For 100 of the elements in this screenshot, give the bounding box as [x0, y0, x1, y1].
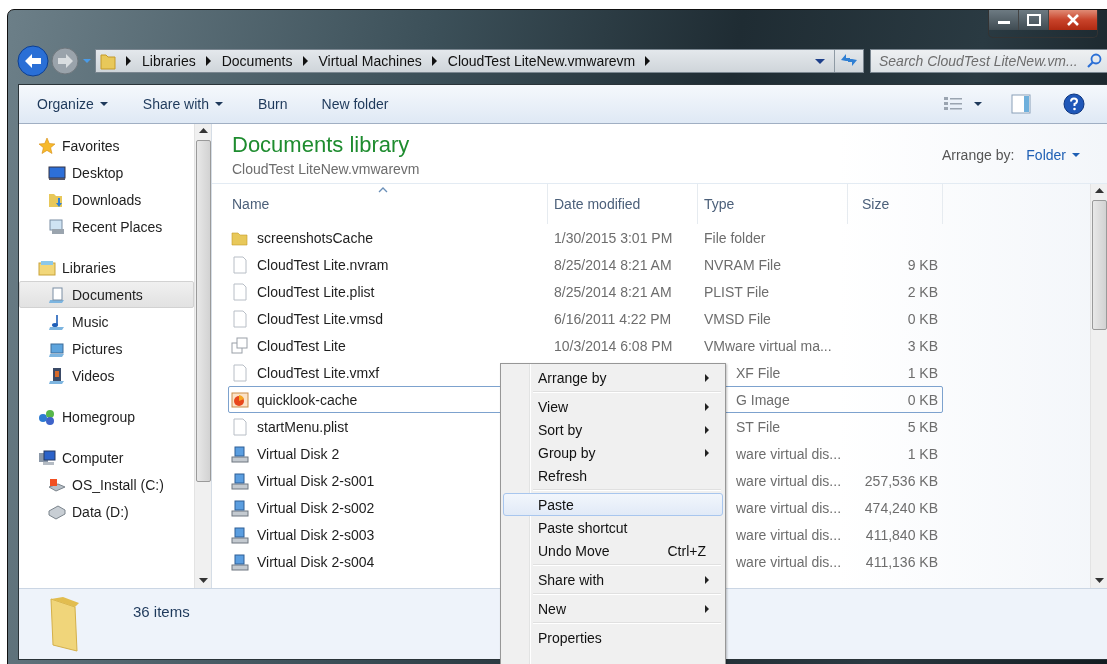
- submenu-arrow-icon: [705, 402, 710, 411]
- menu-item[interactable]: Sort by: [503, 418, 723, 441]
- nav-item[interactable]: Music: [19, 308, 194, 335]
- file-type: PLIST File: [704, 283, 770, 300]
- search-icon[interactable]: [1086, 53, 1102, 69]
- nav-item[interactable]: Pictures: [19, 335, 194, 362]
- column-header[interactable]: Type: [698, 184, 848, 224]
- toolbar-button[interactable]: Organize: [29, 92, 117, 116]
- menu-item[interactable]: Share with: [503, 568, 723, 591]
- file-type: File folder: [704, 229, 766, 246]
- chevron-icon[interactable]: [301, 56, 310, 66]
- menu-item[interactable]: New: [503, 597, 723, 620]
- minimize-button[interactable]: [989, 10, 1019, 30]
- caret-icon[interactable]: [973, 100, 983, 108]
- file-name: CloudTest Lite.vmxf: [257, 364, 380, 381]
- folder-icon: [100, 52, 116, 70]
- nav-item[interactable]: OS_Install (C:): [19, 471, 194, 498]
- search-field[interactable]: Search CloudTest LiteNew.vm...: [870, 49, 1107, 73]
- file-icon: [231, 417, 249, 436]
- file-type: VMSD File: [704, 310, 771, 327]
- nav-item[interactable]: Videos: [19, 362, 194, 389]
- arrange-by-dropdown[interactable]: Folder: [1026, 146, 1081, 163]
- videos-icon: [48, 366, 66, 385]
- breadcrumb[interactable]: CloudTest LiteNew.vmwarevm: [447, 53, 636, 69]
- item-count: 36 items: [133, 603, 190, 620]
- menu-item[interactable]: Group by: [503, 441, 723, 464]
- column-header[interactable]: Size: [848, 184, 943, 224]
- menu-item[interactable]: Arrange by: [503, 366, 723, 389]
- caret-icon: [214, 101, 224, 107]
- file-name: Virtual Disk 2-s002: [257, 499, 375, 516]
- submenu-arrow-icon: [705, 604, 710, 613]
- help-icon[interactable]: [1063, 93, 1085, 115]
- nav-item[interactable]: Recent Places: [19, 213, 194, 240]
- breadcrumb[interactable]: Libraries: [142, 53, 196, 69]
- date-modified: 10/3/2014 6:08 PM: [554, 337, 673, 354]
- column-header[interactable]: Date modified: [548, 184, 698, 224]
- chevron-icon[interactable]: [430, 56, 439, 66]
- nav-item[interactable]: Documents: [19, 281, 194, 308]
- file-size: 5 KB: [907, 418, 938, 435]
- file-type: G Image: [736, 391, 790, 408]
- file-size: 1 KB: [907, 445, 938, 462]
- file-size: 0 KB: [907, 391, 938, 408]
- scroll-down-icon[interactable]: [1094, 578, 1104, 584]
- nav-item[interactable]: Homegroup: [19, 403, 194, 430]
- address-dropdown-icon[interactable]: [814, 57, 826, 65]
- chevron-icon[interactable]: [644, 56, 653, 66]
- address-bar[interactable]: Libraries Documents Virtual Machines CloudTest LiteNew.vmwarevm: [95, 49, 864, 73]
- maximize-button[interactable]: [1019, 10, 1049, 30]
- menu-item[interactable]: Refresh: [503, 464, 723, 487]
- nav-item[interactable]: Libraries: [19, 254, 194, 281]
- scroll-up-icon[interactable]: [1094, 188, 1104, 194]
- scroll-up-icon[interactable]: [198, 128, 208, 134]
- file-name: CloudTest Lite.plist: [257, 283, 375, 300]
- scroll-down-icon[interactable]: [198, 578, 208, 584]
- nav-item[interactable]: Computer: [19, 444, 194, 471]
- submenu-arrow-icon: [705, 448, 710, 457]
- file-type: XF File: [736, 364, 781, 381]
- file-name: quicklook-cache: [257, 391, 358, 408]
- sort-ascending-icon: [377, 187, 388, 193]
- disk-icon: [231, 471, 249, 490]
- submenu-arrow-icon: [705, 425, 710, 434]
- toolbar-button[interactable]: Share with: [134, 92, 232, 116]
- scrollbar[interactable]: [194, 124, 211, 588]
- file-type: ST File: [736, 418, 781, 435]
- file-name: Virtual Disk 2: [257, 445, 340, 462]
- toolbar-button[interactable]: New folder: [313, 92, 397, 116]
- homegroup-icon: [38, 407, 56, 426]
- file-size: 257,536 KB: [864, 472, 938, 489]
- submenu-arrow-icon: [705, 575, 710, 584]
- favorites-icon: [38, 136, 56, 155]
- file-size: 9 KB: [907, 256, 938, 273]
- nav-item[interactable]: Favorites: [19, 132, 194, 159]
- file-name: CloudTest Lite.vmsd: [257, 310, 384, 327]
- nav-item[interactable]: Desktop: [19, 159, 194, 186]
- arrange-by-label: Arrange by:: [941, 146, 1015, 163]
- library-path: CloudTest LiteNew.vmwarevm: [232, 161, 420, 177]
- menu-item[interactable]: Paste: [503, 493, 723, 516]
- chevron-icon[interactable]: [204, 56, 213, 66]
- nav-item[interactable]: Downloads: [19, 186, 194, 213]
- menu-item[interactable]: Properties: [503, 626, 723, 649]
- back-button[interactable]: [16, 44, 50, 78]
- toolbar-button[interactable]: Burn: [249, 92, 296, 116]
- file-size: 474,240 KB: [864, 499, 938, 516]
- menu-item[interactable]: Undo Move Ctrl+Z: [503, 539, 723, 562]
- disk-icon: [231, 552, 249, 571]
- close-button[interactable]: [1049, 10, 1097, 30]
- scrollbar[interactable]: [1090, 184, 1107, 588]
- menu-item[interactable]: Paste shortcut: [503, 516, 723, 539]
- desktop-icon: [48, 163, 66, 182]
- file-name: Virtual Disk 2-s003: [257, 526, 375, 543]
- disk-icon: [231, 444, 249, 463]
- chevron-icon[interactable]: [125, 56, 133, 66]
- nav-item[interactable]: Data (D:): [19, 498, 194, 525]
- breadcrumb[interactable]: Documents: [221, 53, 293, 69]
- library-title: Documents library: [232, 132, 411, 158]
- breadcrumb[interactable]: Virtual Machines: [318, 53, 422, 69]
- documents-icon: [48, 285, 66, 304]
- menu-item[interactable]: View: [503, 395, 723, 418]
- column-header[interactable]: Name: [228, 184, 548, 224]
- file-size: 411,840 KB: [865, 526, 938, 543]
